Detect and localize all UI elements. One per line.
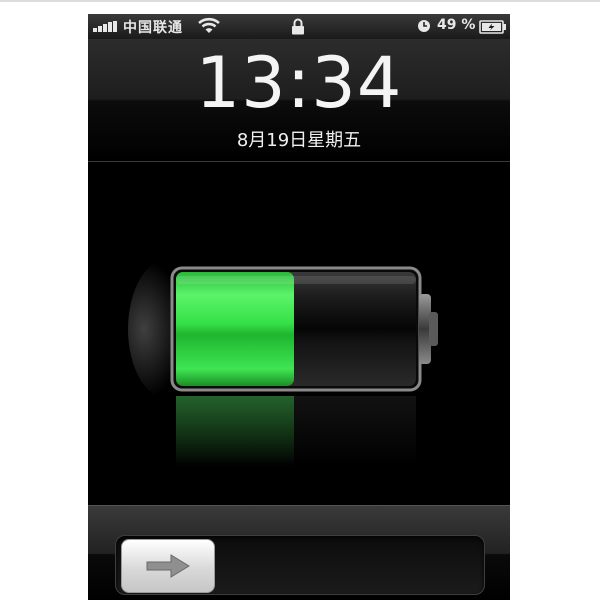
lock-date: 8月19日星期五 [236, 130, 362, 151]
battery-percentage: 49 % [437, 17, 476, 33]
carrier-name: 中国联通 [123, 20, 183, 36]
charging-battery-graphic [88, 164, 510, 504]
wifi-icon [198, 17, 220, 38]
charging-battery-icon [479, 20, 507, 38]
unlock-slider-knob[interactable] [121, 539, 215, 593]
signal-bars-icon [93, 21, 119, 32]
page-border [0, 0, 600, 2]
lock-clock-panel: 13:34 8月19日星期五 [88, 39, 510, 162]
arrow-right-icon [146, 554, 190, 578]
lock-icon [291, 18, 305, 39]
phone-screen: 中国联通 49 % 13:34 8月19日星期五 [88, 14, 510, 600]
battery-charge-fill [176, 272, 294, 386]
clock-icon [417, 19, 431, 37]
lock-time: 13:34 [195, 42, 403, 124]
unlock-slider-track[interactable] [115, 535, 485, 595]
unlock-slider-panel [88, 505, 510, 600]
status-bar: 中国联通 49 % [88, 14, 510, 39]
